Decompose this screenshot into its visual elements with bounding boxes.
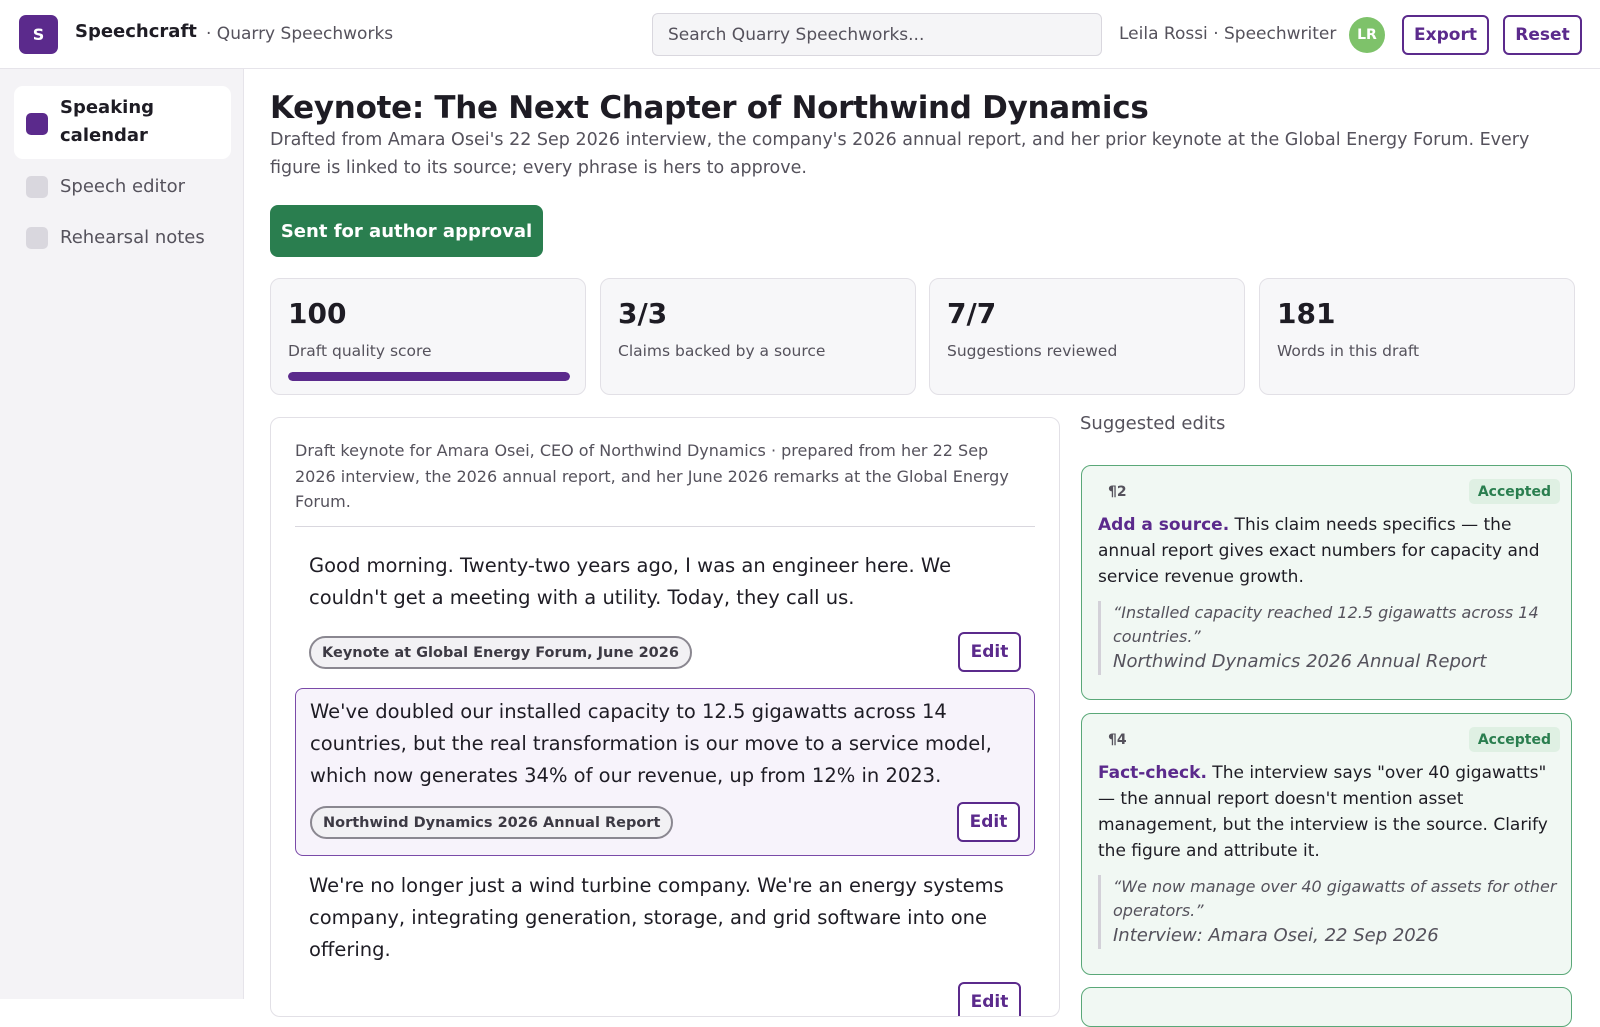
stat-caption: Suggestions reviewed — [947, 342, 1118, 360]
sidebar-item-speech-editor[interactable]: Speech editor — [14, 170, 231, 204]
sidebar-item-rehearsal-notes[interactable]: Rehearsal notes — [14, 221, 231, 255]
suggestion-body: Fact-check. The interview says "over 40 … — [1098, 760, 1558, 864]
search-input[interactable] — [652, 13, 1102, 56]
stat-card-quality: 100 Draft quality score — [270, 278, 586, 395]
app-name: Speechcraft — [75, 21, 197, 42]
divider — [295, 526, 1035, 527]
stat-caption: Words in this draft — [1277, 342, 1420, 360]
quote-source: Northwind Dynamics 2026 Annual Report — [1113, 651, 1487, 672]
stat-caption: Claims backed by a source — [618, 342, 826, 360]
paragraph-ref: ¶4 — [1108, 732, 1127, 748]
suggestions-heading: Suggested edits — [1080, 413, 1226, 434]
status-badge: Accepted — [1468, 727, 1560, 752]
suggestion-action: Fact-check. — [1098, 763, 1207, 783]
sidebar-item-label: Rehearsal notes — [60, 227, 205, 248]
draft-paragraph[interactable]: We're no longer just a wind turbine comp… — [295, 870, 1035, 1016]
notes-icon — [26, 227, 48, 249]
suggestion-card[interactable] — [1081, 987, 1572, 1027]
sidebar-item-label: Speaking calendar — [60, 97, 155, 146]
avatar[interactable]: LR — [1349, 17, 1385, 53]
org-name: · Quarry Speechworks — [206, 24, 394, 44]
edit-button[interactable]: Edit — [958, 982, 1021, 1016]
source-chip[interactable]: Northwind Dynamics 2026 Annual Report — [310, 806, 674, 839]
main-content: Keynote: The Next Chapter of Northwind D… — [244, 69, 1600, 1027]
draft-paragraph-selected[interactable]: We've doubled our installed capacity to … — [295, 688, 1035, 856]
stat-card-suggestions: 7/7 Suggestions reviewed — [929, 278, 1245, 395]
sidebar-item-speaking-calendar[interactable]: Speaking calendar — [14, 86, 231, 159]
stat-value: 100 — [288, 297, 347, 330]
approval-status-button[interactable]: Sent for author approval — [270, 205, 543, 257]
edit-button[interactable]: Edit — [957, 802, 1020, 842]
sidebar: Speaking calendar Speech editor Rehearsa… — [0, 69, 244, 999]
stat-value: 3/3 — [618, 297, 668, 330]
page-subtitle: Drafted from Amara Osei's 22 Sep 2026 in… — [270, 130, 1530, 178]
stat-card-claims: 3/3 Claims backed by a source — [600, 278, 916, 395]
top-bar: S Speechcraft · Quarry Speechworks Leila… — [0, 0, 1600, 69]
page-title: Keynote: The Next Chapter of Northwind D… — [270, 90, 1149, 126]
export-button[interactable]: Export — [1402, 15, 1489, 55]
quote-text: “We now manage over 40 gigawatts of asse… — [1113, 877, 1557, 920]
progress-fill — [288, 372, 570, 381]
paragraph-ref: ¶2 — [1108, 484, 1127, 500]
suggestion-card[interactable]: ¶4 Accepted Fact-check. The interview sa… — [1081, 713, 1572, 975]
draft-paragraph[interactable]: Good morning. Twenty-two years ago, I wa… — [295, 550, 1035, 680]
calendar-icon — [26, 113, 48, 135]
stat-value: 181 — [1277, 297, 1336, 330]
sidebar-item-label: Speech editor — [60, 176, 185, 197]
source-chip[interactable]: Keynote at Global Energy Forum, June 202… — [309, 636, 692, 669]
stat-value: 7/7 — [947, 297, 997, 330]
source-quote: “Installed capacity reached 12.5 gigawat… — [1098, 601, 1558, 675]
status-badge: Accepted — [1468, 479, 1560, 504]
reset-button[interactable]: Reset — [1503, 15, 1582, 55]
suggestion-action: Add a source. — [1098, 515, 1230, 535]
draft-panel: Draft keynote for Amara Osei, CEO of Nor… — [270, 417, 1060, 1017]
editor-icon — [26, 176, 48, 198]
paragraph-text: We've doubled our installed capacity to … — [310, 700, 992, 787]
draft-intro: Draft keynote for Amara Osei, CEO of Nor… — [295, 441, 1009, 511]
stat-card-words: 181 Words in this draft — [1259, 278, 1575, 395]
quote-text: “Installed capacity reached 12.5 gigawat… — [1113, 603, 1539, 646]
quality-progress-bar — [288, 372, 570, 381]
suggestion-card[interactable]: ¶2 Accepted Add a source. This claim nee… — [1081, 465, 1572, 700]
paragraph-text: We're no longer just a wind turbine comp… — [309, 874, 1004, 961]
edit-button[interactable]: Edit — [958, 632, 1021, 672]
app-logo: S — [19, 15, 58, 54]
quote-source: Interview: Amara Osei, 22 Sep 2026 — [1113, 925, 1439, 946]
suggestion-body: Add a source. This claim needs specifics… — [1098, 512, 1558, 590]
source-quote: “We now manage over 40 gigawatts of asse… — [1098, 875, 1558, 949]
stat-caption: Draft quality score — [288, 342, 432, 360]
current-user: Leila Rossi · Speechwriter — [1119, 24, 1337, 44]
paragraph-text: Good morning. Twenty-two years ago, I wa… — [309, 554, 952, 609]
